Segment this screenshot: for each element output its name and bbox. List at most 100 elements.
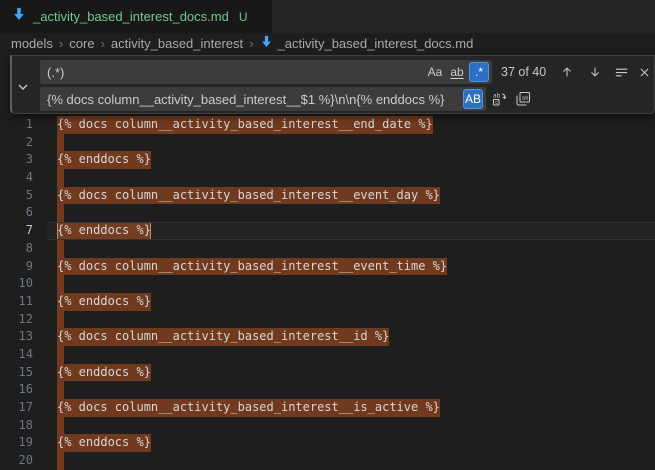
previous-match-arrow-up-icon[interactable] (557, 62, 577, 82)
line-number[interactable]: 13 (0, 328, 33, 346)
line-number[interactable]: 19 (0, 434, 33, 452)
code-line[interactable]: 15{% enddocs %} (0, 364, 655, 382)
code-line[interactable]: 6 (0, 204, 655, 222)
breadcrumb-item-activity-based-interest[interactable]: activity_based_interest (111, 36, 243, 51)
line-content: {% enddocs %} (33, 151, 151, 169)
replace-row: AB (40, 87, 486, 111)
line-number[interactable]: 10 (0, 275, 33, 293)
line-number[interactable]: 6 (0, 204, 33, 222)
breadcrumb-separator: › (249, 36, 253, 51)
code-line[interactable]: 10 (0, 275, 655, 293)
line-content: {% enddocs %} (33, 222, 151, 240)
code-line[interactable]: 5 {% docs column__activity_based_interest… (0, 187, 655, 205)
line-number[interactable]: 2 (0, 134, 33, 152)
line-content: {% enddocs %} (33, 434, 151, 452)
find-replace-widget: Aa ab .* 37 of 40 AB ab c ab (10, 55, 655, 114)
editor-lines: 1 {% docs column__activity_based_interest… (0, 116, 655, 470)
code-line[interactable]: 16 (0, 381, 655, 399)
line-number[interactable]: 17 (0, 399, 33, 417)
replace-input[interactable] (40, 87, 486, 111)
replace-options: AB (463, 89, 483, 109)
line-number[interactable]: 3 (0, 151, 33, 169)
editor-tab[interactable]: _activity_based_interest_docs.md U (0, 0, 272, 33)
code-line[interactable]: 19 {% enddocs %} (0, 434, 655, 452)
code-line[interactable]: 9{% docs column__activity_based_interest… (0, 258, 655, 276)
line-number[interactable]: 8 (0, 240, 33, 258)
code-line[interactable]: 1 {% docs column__activity_based_interest… (0, 116, 655, 134)
line-number[interactable]: 11 (0, 293, 33, 311)
find-match-newline (57, 346, 64, 364)
line-content (33, 346, 64, 364)
search-row: Aa ab .* (40, 60, 492, 84)
search-options: Aa ab .* (425, 62, 489, 82)
code-line[interactable]: 14 (0, 346, 655, 364)
code-line[interactable]: 3 {% enddocs %} (0, 151, 655, 169)
line-number[interactable]: 1 (0, 116, 33, 134)
find-match-newline (57, 134, 64, 152)
code-line[interactable]: 4 (0, 169, 655, 187)
line-number[interactable]: 14 (0, 346, 33, 364)
svg-text:c: c (495, 100, 498, 106)
match-case-button[interactable]: Aa (425, 62, 445, 82)
find-match: {% docs column__activity_based_interest_… (57, 399, 440, 417)
find-in-selection-icon[interactable] (611, 62, 631, 82)
whole-word-button[interactable]: ab (447, 62, 467, 82)
find-match: {% docs column__activity_based_interest_… (57, 328, 389, 346)
breadcrumb-separator: › (101, 36, 105, 51)
line-number[interactable]: 9 (0, 258, 33, 276)
find-match-newline (57, 169, 64, 187)
close-find-widget-icon[interactable] (634, 62, 654, 82)
line-number[interactable]: 12 (0, 311, 33, 329)
line-number[interactable]: 16 (0, 381, 33, 399)
find-match: {% docs column__activity_based_interest_… (57, 187, 440, 205)
svg-text:ab: ab (493, 93, 501, 100)
code-line[interactable]: 7{% enddocs %} (0, 222, 655, 240)
line-content: {% docs column__activity_based_interest_… (33, 328, 389, 346)
line-content (33, 169, 64, 187)
line-number[interactable]: 7 (0, 222, 33, 240)
code-line[interactable]: 20 (0, 452, 655, 470)
find-match: {% enddocs %} (57, 151, 151, 169)
code-editor[interactable]: 1 {% docs column__activity_based_interest… (0, 52, 655, 470)
code-line[interactable]: 12 (0, 311, 655, 329)
tab-filename: _activity_based_interest_docs.md (33, 9, 229, 24)
next-match-arrow-down-icon[interactable] (585, 62, 605, 82)
git-status-badge: U (239, 10, 248, 24)
code-line[interactable]: 18 (0, 417, 655, 435)
line-content (33, 275, 64, 293)
line-content (33, 240, 64, 258)
line-number[interactable]: 20 (0, 452, 33, 470)
line-number[interactable]: 18 (0, 417, 33, 435)
breadcrumb-item-file[interactable]: _activity_based_interest_docs.md (260, 35, 474, 51)
line-content (33, 204, 64, 222)
toggle-replace-chevron-down-icon[interactable] (15, 79, 31, 95)
line-number[interactable]: 15 (0, 364, 33, 382)
line-number[interactable]: 5 (0, 187, 33, 205)
replace-all-icon[interactable]: ab (513, 89, 533, 109)
line-content (33, 417, 64, 435)
line-content: {% enddocs %} (33, 364, 151, 382)
code-line[interactable]: 8 (0, 240, 655, 258)
line-content: {% enddocs %} (33, 293, 151, 311)
find-match-newline (57, 311, 64, 329)
line-content (33, 134, 64, 152)
line-content (33, 311, 64, 329)
find-match-newline (57, 452, 64, 470)
code-line[interactable]: 13 {% docs column__activity_based_interes… (0, 328, 655, 346)
replace-one-icon[interactable]: ab c (489, 89, 509, 109)
code-line[interactable]: 2 (0, 134, 655, 152)
code-line[interactable]: 11{% enddocs %} (0, 293, 655, 311)
breadcrumb-item-core[interactable]: core (69, 36, 94, 51)
line-number[interactable]: 4 (0, 169, 33, 187)
tab-bar: _activity_based_interest_docs.md U (0, 0, 655, 33)
regex-button[interactable]: .* (469, 62, 489, 82)
breadcrumb-item-models[interactable]: models (11, 36, 53, 51)
breadcrumb: models › core › activity_based_interest … (0, 33, 655, 53)
breadcrumb-filename: _activity_based_interest_docs.md (278, 36, 474, 51)
preserve-case-button[interactable]: AB (463, 89, 483, 109)
find-match: {% enddocs %} (57, 434, 151, 452)
code-line[interactable]: 17 {% docs column__activity_based_interes… (0, 399, 655, 417)
find-match: {% docs column__activity_based_interest_… (57, 116, 433, 134)
find-match-newline (57, 381, 64, 399)
markdown-file-icon (260, 35, 273, 51)
